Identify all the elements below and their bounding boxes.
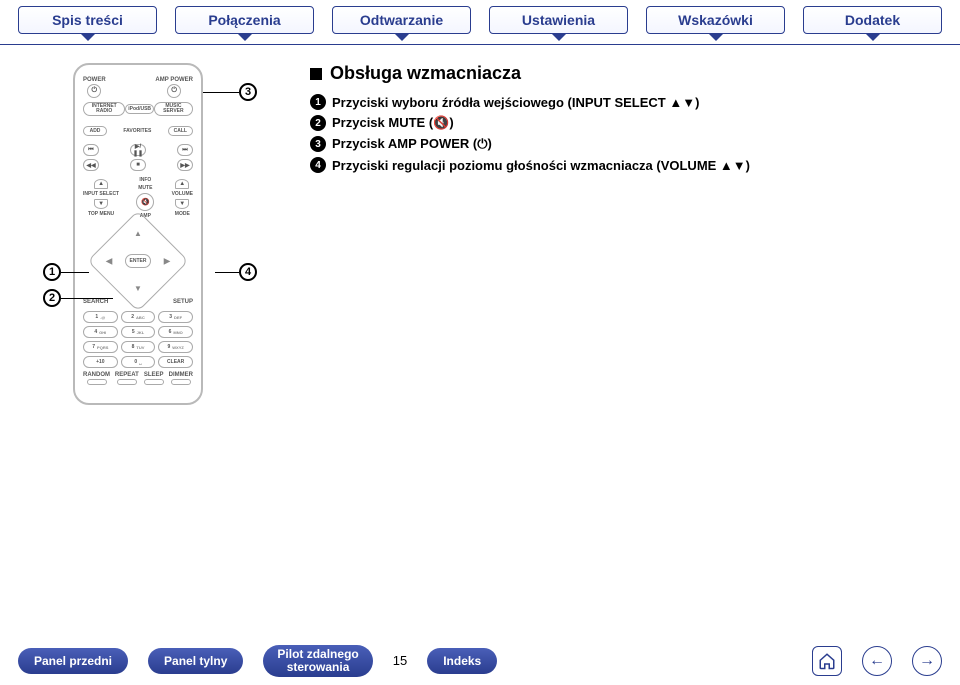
label-search: SEARCH [83, 299, 108, 305]
label-sleep: SLEEP [144, 372, 164, 378]
label-top-menu: TOP MENU [88, 211, 114, 217]
btn-dimmer[interactable] [171, 379, 191, 385]
section-title: Obsługa wzmacniacza [310, 63, 942, 84]
input-select-down[interactable]: ▼ [94, 199, 108, 209]
tab-connections[interactable]: Połączenia [175, 6, 314, 34]
bullet-1: 1 [310, 94, 326, 110]
home-button[interactable] [812, 646, 842, 676]
volume-up[interactable]: ▲ [175, 179, 189, 189]
keypad: 1.@ 2ABC 3DEF 4GHI 5JKL 6MNO 7PQRS 8TUV … [83, 311, 193, 368]
amp-power-button[interactable]: ⏻ [167, 84, 181, 98]
key-4[interactable]: 4GHI [83, 326, 118, 338]
dpad-down[interactable]: ▼ [134, 284, 142, 293]
key-2[interactable]: 2ABC [121, 311, 156, 323]
link-rear-panel[interactable]: Panel tylny [148, 648, 243, 674]
key-plus10[interactable]: +10 [83, 356, 118, 368]
description-column: Obsługa wzmacniacza 1 Przyciski wyboru ź… [290, 63, 942, 405]
tab-playback[interactable]: Odtwarzanie [332, 6, 471, 34]
btn-stop[interactable]: ■ [130, 159, 146, 171]
key-5[interactable]: 5JKL [121, 326, 156, 338]
key-0[interactable]: 0␣ [121, 356, 156, 368]
label-volume: VOLUME [172, 191, 193, 197]
main-content: 1 2 3 4 POWER ⏻ AMP POWER ⏻ [0, 45, 960, 405]
link-index[interactable]: Indeks [427, 648, 497, 674]
bullet-4: 4 [310, 157, 326, 173]
remote-body: POWER ⏻ AMP POWER ⏻ INTERNET RADIO iPod/… [73, 63, 203, 405]
btn-playpause[interactable]: ▶/❚❚ [130, 144, 146, 156]
label-repeat: REPEAT [115, 372, 139, 378]
btn-call[interactable]: CALL [168, 126, 193, 136]
btn-add[interactable]: ADD [83, 126, 107, 136]
label-random: RANDOM [83, 372, 110, 378]
label-mode: MODE [175, 211, 190, 217]
desc-item-4: 4 Przyciski regulacji poziomu głośności … [310, 157, 942, 173]
dpad-right[interactable]: ▶ [164, 257, 170, 266]
next-page-button[interactable]: → [912, 646, 942, 676]
callout-2: 2 [43, 289, 61, 307]
mute-button[interactable]: 🔇 [136, 193, 154, 211]
dpad-left[interactable]: ◀ [106, 257, 112, 266]
tab-appendix[interactable]: Dodatek [803, 6, 942, 34]
lead-1 [61, 272, 89, 273]
dpad-up[interactable]: ▲ [134, 229, 142, 238]
label-dimmer: DIMMER [169, 372, 193, 378]
key-3[interactable]: 3DEF [158, 311, 193, 323]
power-button[interactable]: ⏻ [87, 84, 101, 98]
label-info: INFO [139, 177, 151, 183]
btn-rew[interactable]: ◀◀ [83, 159, 99, 171]
key-7[interactable]: 7PQRS [83, 341, 118, 353]
label-setup: SETUP [173, 299, 193, 305]
dpad: ▲ ▼ ◀ ▶ ENTER [102, 225, 174, 297]
btn-prev[interactable]: ⏮ [83, 144, 99, 156]
prev-page-button[interactable]: ← [862, 646, 892, 676]
input-select-up[interactable]: ▲ [94, 179, 108, 189]
label-mute: MUTE [138, 185, 152, 191]
btn-ff[interactable]: ▶▶ [177, 159, 193, 171]
tab-contents[interactable]: Spis treści [18, 6, 157, 34]
lead-4 [215, 272, 239, 273]
bullet-2: 2 [310, 115, 326, 131]
lead-2 [61, 298, 113, 299]
link-remote[interactable]: Pilot zdalnego sterowania [263, 645, 372, 677]
btn-next[interactable]: ⏭ [177, 144, 193, 156]
btn-internet-radio[interactable]: INTERNET RADIO [83, 102, 125, 116]
label-favorites: FAVORITES [123, 128, 151, 134]
footer-nav: Panel przedni Panel tylny Pilot zdalnego… [0, 645, 960, 677]
remote-column: 1 2 3 4 POWER ⏻ AMP POWER ⏻ [18, 63, 278, 405]
key-clear[interactable]: CLEAR [158, 356, 193, 368]
btn-music-server[interactable]: MUSIC SERVER [154, 102, 193, 116]
btn-repeat[interactable] [117, 379, 137, 385]
btn-random[interactable] [87, 379, 107, 385]
callout-4: 4 [239, 263, 257, 281]
label-input-select: INPUT SELECT [83, 191, 119, 197]
page-number: 15 [393, 653, 407, 668]
remote-wrap: 1 2 3 4 POWER ⏻ AMP POWER ⏻ [73, 63, 223, 405]
lead-3 [203, 92, 239, 93]
house-icon [818, 652, 836, 670]
callout-3: 3 [239, 83, 257, 101]
dpad-enter[interactable]: ENTER [125, 254, 151, 268]
tab-settings[interactable]: Ustawienia [489, 6, 628, 34]
key-9[interactable]: 9WXYZ [158, 341, 193, 353]
label-amp-power: AMP POWER [155, 77, 193, 83]
callout-1: 1 [43, 263, 61, 281]
link-front-panel[interactable]: Panel przedni [18, 648, 128, 674]
desc-item-2: 2 Przycisk MUTE (🔇) [310, 115, 942, 131]
desc-item-3: 3 Przycisk AMP POWER (⏻) [310, 136, 942, 152]
label-power: POWER [83, 77, 106, 83]
tab-tips[interactable]: Wskazówki [646, 6, 785, 34]
btn-sleep[interactable] [144, 379, 164, 385]
square-bullet-icon [310, 68, 322, 80]
key-1[interactable]: 1.@ [83, 311, 118, 323]
key-8[interactable]: 8TUV [121, 341, 156, 353]
desc-item-1: 1 Przyciski wyboru źródła wejściowego (I… [310, 94, 942, 110]
key-6[interactable]: 6MNO [158, 326, 193, 338]
btn-ipod-usb[interactable]: iPod/USB [125, 104, 153, 114]
bullet-3: 3 [310, 136, 326, 152]
top-nav: Spis treści Połączenia Odtwarzanie Ustaw… [0, 0, 960, 34]
volume-down[interactable]: ▼ [175, 199, 189, 209]
